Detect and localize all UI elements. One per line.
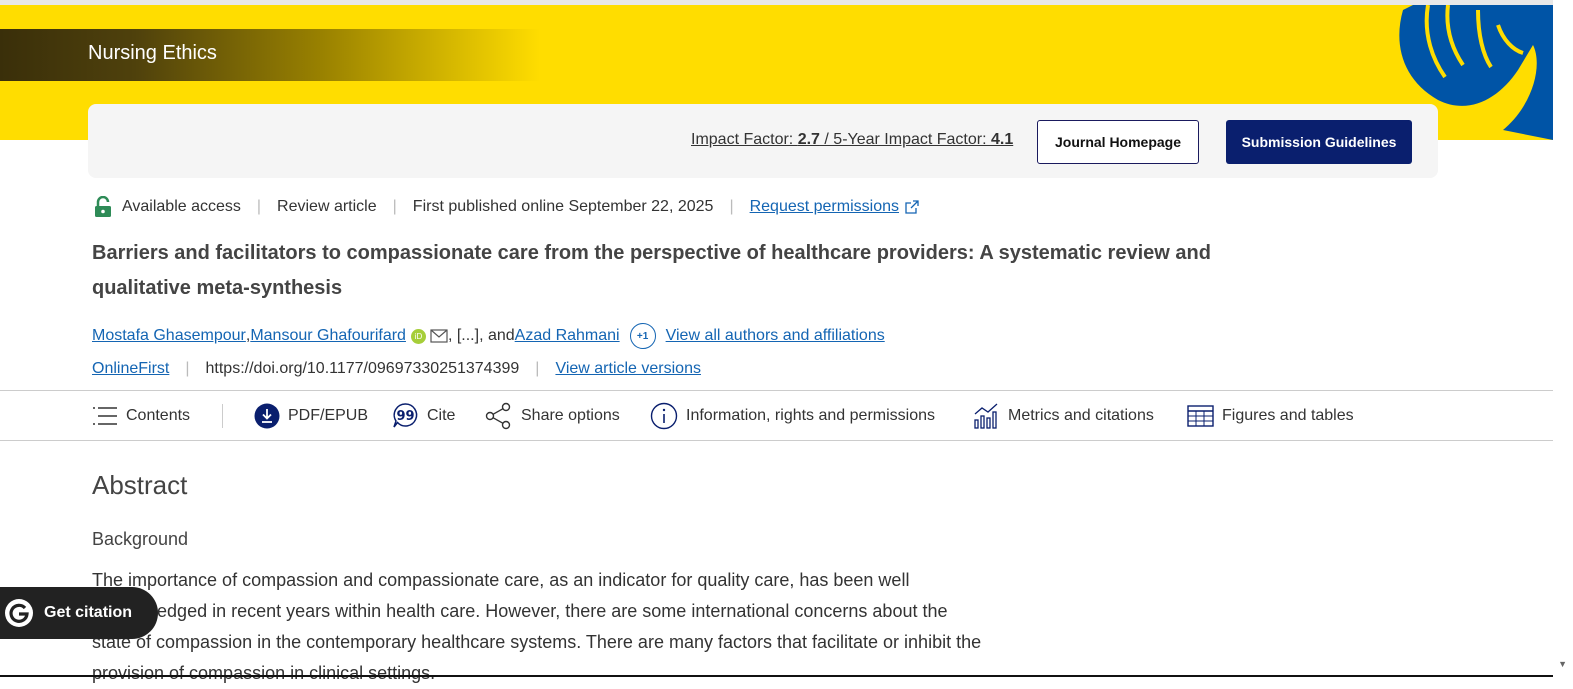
metrics-citations-label: Metrics and citations xyxy=(1008,406,1154,424)
bar-chart-icon xyxy=(974,403,998,429)
get-citation-button[interactable]: Get citation xyxy=(0,587,158,639)
author-link[interactable]: Mansour Ghafourifard xyxy=(250,327,406,345)
journal-strip xyxy=(0,29,540,81)
metrics-citations-button[interactable]: Metrics and citations xyxy=(972,391,1154,440)
share-options-button[interactable]: Share options xyxy=(485,391,620,440)
envelope-icon[interactable] xyxy=(430,329,448,343)
bottom-border xyxy=(0,675,1553,677)
vertical-scrollbar[interactable]: ▼ xyxy=(1553,0,1573,679)
citation-g-icon xyxy=(5,599,33,627)
share-icon xyxy=(485,402,511,429)
information-rights-button[interactable]: Information, rights and permissions xyxy=(650,391,935,440)
journal-name[interactable]: Nursing Ethics xyxy=(88,42,217,65)
cite-label: Cite xyxy=(427,406,456,424)
article-toolbar: Contents PDF/EPUB 99 Cite Share options xyxy=(0,390,1553,441)
divider: | xyxy=(729,198,734,215)
divider: | xyxy=(256,198,262,215)
contents-label: Contents xyxy=(126,406,191,424)
abstract-heading: Abstract xyxy=(92,470,188,500)
view-article-versions-link[interactable]: View article versions xyxy=(555,360,701,378)
background-subheading: Background xyxy=(92,529,189,549)
menu-icon xyxy=(93,406,117,425)
pdf-epub-button[interactable]: PDF/EPUB xyxy=(254,391,368,440)
online-first-link[interactable]: OnlineFirst xyxy=(92,360,169,378)
impact-factor-link[interactable]: Impact Factor: 2.7 / 5-Year Impact Facto… xyxy=(691,131,1013,149)
contents-button[interactable]: Contents xyxy=(92,391,190,440)
figures-tables-button[interactable]: Figures and tables xyxy=(1187,391,1354,440)
view-all-authors-link[interactable]: View all authors and affiliations xyxy=(666,327,885,345)
pdf-epub-label: PDF/EPUB xyxy=(288,406,369,424)
table-icon xyxy=(1187,404,1214,427)
share-options-label: Share options xyxy=(521,406,620,424)
doi-text: https://doi.org/10.1177/0969733025137439… xyxy=(205,360,520,377)
figures-tables-label: Figures and tables xyxy=(1222,406,1354,424)
article-type: Review article xyxy=(277,198,377,215)
svg-text:99: 99 xyxy=(396,409,414,424)
access-status: Available access xyxy=(122,198,241,215)
information-rights-label: Information, rights and permissions xyxy=(686,406,935,424)
author-link[interactable]: Azad Rahmani xyxy=(515,327,620,345)
divider: | xyxy=(185,360,190,377)
journal-homepage-button[interactable]: Journal Homepage xyxy=(1037,120,1199,164)
doi-row: OnlineFirst | https://doi.org/10.1177/09… xyxy=(92,358,701,380)
author-list: Mostafa Ghasempour , Mansour Ghafourifar… xyxy=(92,323,885,349)
orcid-icon[interactable]: iD xyxy=(410,328,426,344)
toolbar-divider xyxy=(222,404,223,428)
divider: | xyxy=(392,198,397,215)
lock-open-icon xyxy=(95,196,111,217)
submission-guidelines-button[interactable]: Submission Guidelines xyxy=(1226,120,1412,164)
info-icon xyxy=(650,402,678,429)
more-authors-badge[interactable]: +1 xyxy=(629,323,656,349)
quote-icon: 99 xyxy=(393,403,418,428)
publication-date: First published online September 22, 202… xyxy=(412,198,714,215)
get-citation-label: Get citation xyxy=(44,604,133,621)
request-permissions-link[interactable]: Request permissions xyxy=(750,198,899,216)
article-meta-row: Available access | Review article | Firs… xyxy=(92,196,920,218)
author-link[interactable]: Mostafa Ghasempour xyxy=(92,327,246,345)
external-link-icon xyxy=(905,200,919,214)
download-icon xyxy=(254,403,280,428)
author-ellipsis: , [...], and xyxy=(447,327,515,344)
article-title: Barriers and facilitators to compassiona… xyxy=(92,242,1211,299)
abstract-paragraph: The importance of compassion and compass… xyxy=(92,570,982,683)
divider: | xyxy=(535,360,540,377)
scroll-down-arrow-icon[interactable]: ▼ xyxy=(1558,659,1567,669)
cite-button[interactable]: 99 Cite xyxy=(392,391,455,440)
